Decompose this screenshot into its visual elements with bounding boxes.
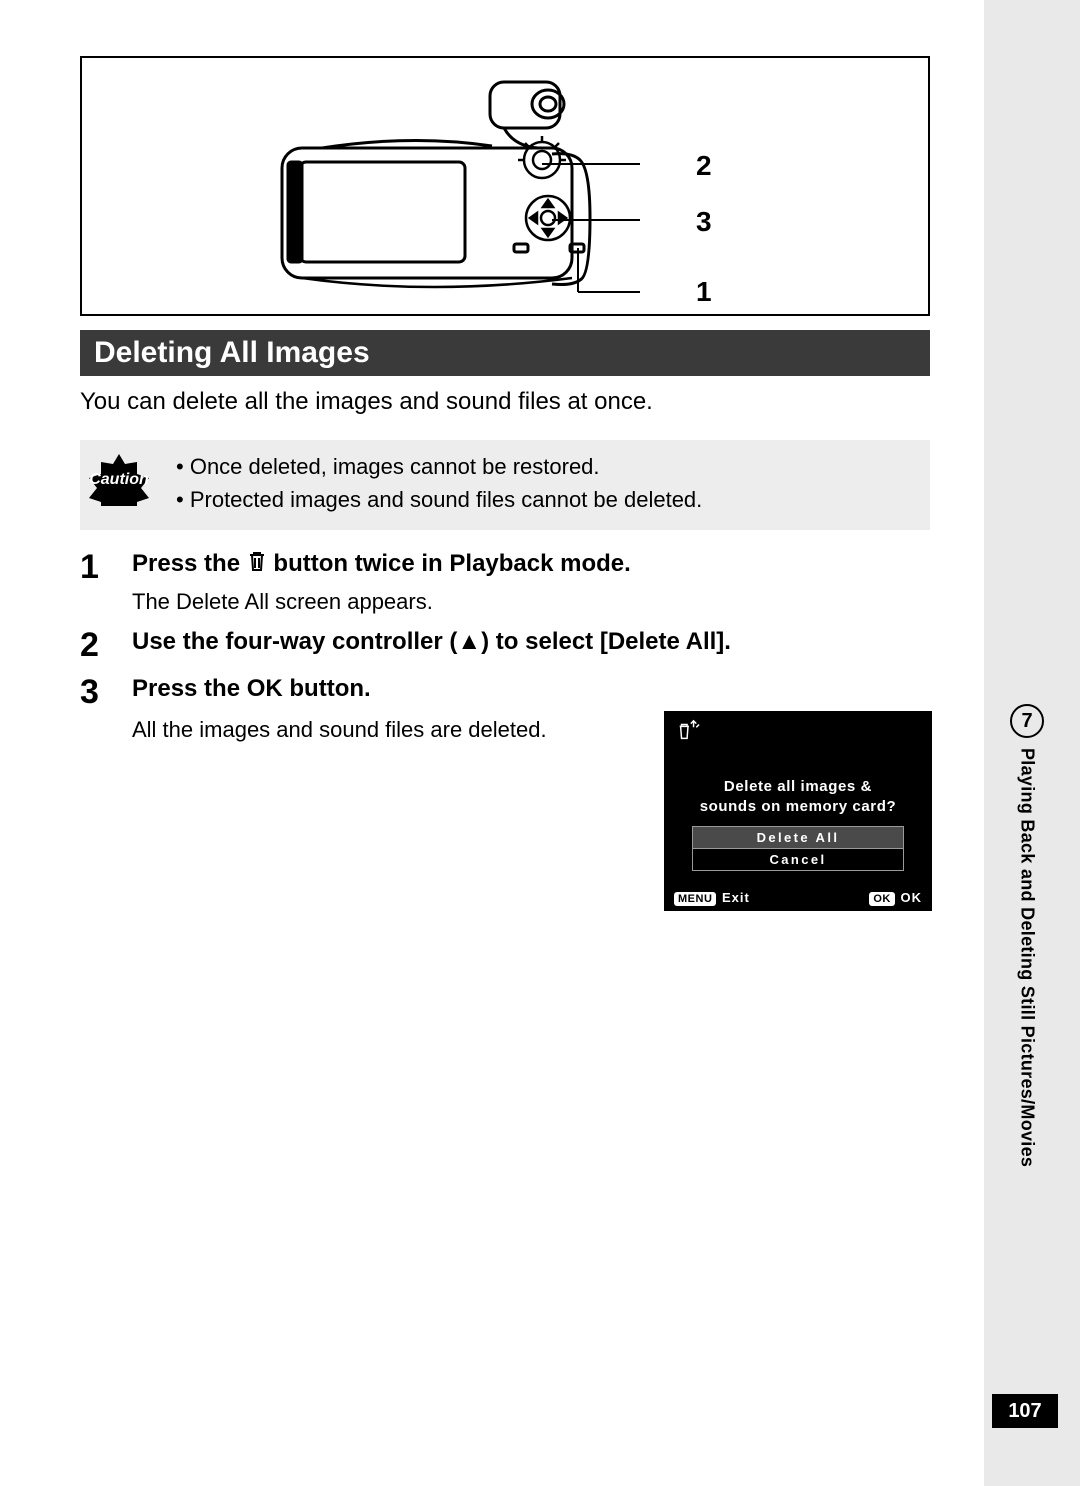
step-1-title-post: button twice in Playback mode.	[273, 550, 630, 577]
chapter-number-badge: 7	[1010, 704, 1044, 738]
menu-exit-label: Exit	[722, 890, 750, 905]
ok-chip: OK	[869, 892, 895, 906]
chapter-sidebar: 7 Playing Back and Deleting Still Pictur…	[1010, 704, 1044, 1167]
menu-chip: MENU	[674, 892, 716, 906]
steps-list: 1 Press the button twice in Playback mod…	[80, 548, 930, 911]
step-2: 2 Use the four-way controller (▲) to sel…	[80, 626, 930, 665]
step-number: 1	[80, 548, 108, 617]
chapter-title: Playing Back and Deleting Still Pictures…	[1017, 748, 1038, 1167]
step-number: 2	[80, 626, 108, 665]
illustration-frame: 2 3 1	[80, 56, 930, 316]
step-title: Press the OK button.	[132, 673, 930, 705]
lcd-option-cancel[interactable]: Cancel	[693, 848, 903, 870]
lcd-msg-line1: Delete all images &	[674, 777, 922, 797]
content-column: 2 3 1 Deleting All Images You can delete…	[80, 56, 930, 911]
caution-bullet-2: Protected images and sound files cannot …	[176, 483, 702, 516]
ok-label: OK	[901, 890, 923, 905]
caution-bullet-1: Once deleted, images cannot be restored.	[176, 450, 702, 483]
step-1: 1 Press the button twice in Playback mod…	[80, 548, 930, 617]
lcd-footer: MENU Exit OK OK	[674, 884, 922, 905]
lcd-options: Delete All Cancel	[692, 826, 904, 871]
camera-illustration	[252, 68, 652, 308]
section-heading: Deleting All Images	[80, 330, 930, 376]
step-title: Use the four-way controller (▲) to selec…	[132, 626, 930, 658]
intro-text: You can delete all the images and sound …	[80, 386, 930, 418]
lcd-screenshot: Delete all images & sounds on memory car…	[664, 711, 932, 911]
step-desc: All the images and sound files are delet…	[132, 715, 646, 746]
step-title: Press the button twice in Playback mode.	[132, 548, 930, 582]
lcd-msg-line2: sounds on memory card?	[674, 797, 922, 817]
step-number: 3	[80, 673, 108, 911]
lcd-message: Delete all images & sounds on memory car…	[674, 777, 922, 816]
trash-icon	[247, 549, 267, 582]
page-number: 107	[992, 1394, 1058, 1428]
callout-2: 2	[696, 150, 712, 182]
caution-icon: Caution	[80, 450, 158, 511]
caution-box: Caution Once deleted, images cannot be r…	[80, 440, 930, 530]
callout-3: 3	[696, 206, 712, 238]
caution-list: Once deleted, images cannot be restored.…	[176, 450, 702, 516]
callout-1: 1	[696, 276, 712, 308]
svg-text:Caution: Caution	[89, 471, 149, 488]
page: 2 3 1 Deleting All Images You can delete…	[0, 0, 1080, 1486]
step-desc: The Delete All screen appears.	[132, 587, 930, 618]
lcd-option-delete-all[interactable]: Delete All	[693, 827, 903, 848]
delete-all-icon	[674, 719, 702, 743]
step-1-title-pre: Press the	[132, 550, 247, 577]
step-3: 3 Press the OK button. All the images an…	[80, 673, 930, 911]
